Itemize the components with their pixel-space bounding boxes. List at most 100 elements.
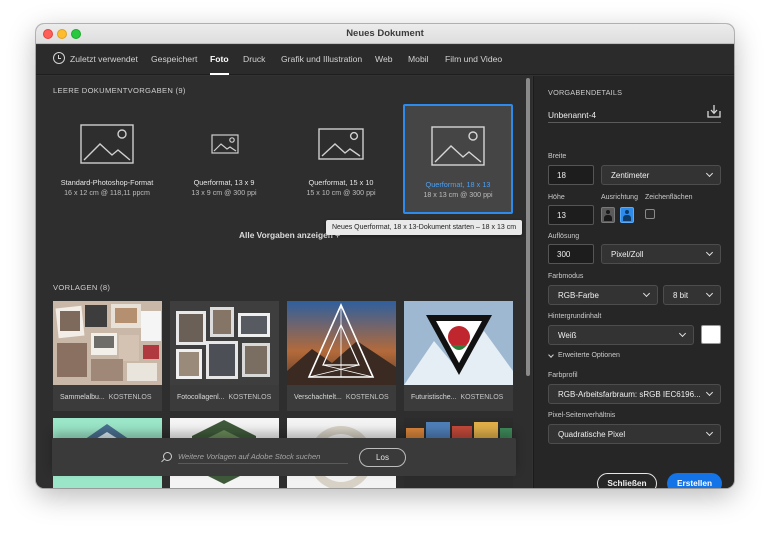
pixel-ratio-select[interactable]: Quadratische Pixel: [548, 424, 721, 444]
blank-presets-title: LEERE DOKUMENTVORGABEN (9): [53, 86, 186, 95]
artboards-checkbox[interactable]: [645, 209, 655, 219]
advanced-options-toggle[interactable]: Erweiterte Optionen: [558, 352, 620, 359]
width-input[interactable]: 18: [548, 165, 594, 185]
create-button[interactable]: Erstellen: [667, 473, 722, 488]
chevron-down-icon: [705, 428, 714, 437]
template-card[interactable]: Futuristische... KOSTENLOS: [404, 301, 513, 411]
close-button[interactable]: Schließen: [597, 473, 657, 488]
preset-details-panel: VORGABENDETAILS Unbenannt-4 Breite 18 Ze…: [533, 76, 734, 488]
document-name-underline: [548, 122, 721, 123]
portrait-orientation-button[interactable]: [601, 207, 615, 223]
color-mode-select[interactable]: RGB-Farbe: [548, 285, 658, 305]
document-name-field[interactable]: Unbenannt-4: [548, 110, 596, 120]
background-label: Hintergrundinhalt: [548, 313, 602, 320]
template-card[interactable]: Sammelalbu... KOSTENLOS: [53, 301, 162, 411]
scrollbar-thumb[interactable]: [526, 78, 530, 376]
template-card[interactable]: Fotocollagenl... KOSTENLOS: [170, 301, 279, 411]
template-caption: Sammelalbu... KOSTENLOS: [53, 385, 162, 411]
person-icon: [606, 210, 610, 214]
image-placeholder-icon: [80, 124, 134, 164]
tab-saved[interactable]: Gespeichert: [151, 54, 197, 64]
resolution-unit-select[interactable]: Pixel/Zoll: [601, 244, 721, 264]
chevron-down-icon: [705, 289, 714, 298]
templates-title: VORLAGEN (8): [53, 283, 111, 292]
image-placeholder-icon: [211, 134, 239, 154]
tab-film-video[interactable]: Film und Video: [445, 54, 502, 64]
background-select[interactable]: Weiß: [548, 325, 694, 345]
template-thumbnail: [287, 301, 396, 385]
preset-details: 15 x 10 cm @ 300 ppi: [306, 189, 376, 197]
preset-name: Querformat, 13 x 9: [193, 178, 255, 187]
color-profile-value: RGB-Arbeitsfarbraum: sRGB IEC6196...: [558, 390, 701, 399]
template-caption: Futuristische... KOSTENLOS: [404, 385, 513, 411]
title-bar: Neues Dokument: [36, 24, 734, 44]
preset-landscape-13x9[interactable]: Querformat, 13 x 9 13 x 9 cm @ 300 ppi: [169, 104, 279, 214]
preset-details: 16 x 12 cm @ 118,11 ppcm: [64, 189, 150, 197]
image-placeholder-icon: [431, 126, 485, 166]
unit-select[interactable]: Zentimeter: [601, 165, 721, 185]
template-name: Verschachtelt...: [294, 394, 342, 401]
person-icon: [625, 210, 629, 214]
pixel-ratio-value: Quadratische Pixel: [558, 430, 626, 439]
template-thumbnail: [404, 301, 513, 385]
resolution-unit-value: Pixel/Zoll: [611, 250, 644, 259]
template-thumbnail: [170, 301, 279, 385]
color-mode-value: RGB-Farbe: [558, 291, 599, 300]
active-tab-indicator: [210, 73, 229, 75]
background-value: Weiß: [558, 331, 577, 340]
pixel-ratio-label: Pixel-Seitenverhältnis: [548, 412, 616, 419]
template-name: Sammelalbu...: [60, 394, 105, 401]
template-caption: Verschachtelt... KOSTENLOS: [287, 385, 396, 411]
unit-select-value: Zentimeter: [611, 171, 650, 180]
preset-standard-photoshop[interactable]: Standard-Photoshop-Format 16 x 12 cm @ 1…: [52, 104, 162, 214]
tab-recent[interactable]: Zuletzt verwendet: [70, 54, 138, 64]
preset-details: 13 x 9 cm @ 300 ppi: [191, 189, 257, 197]
preset-details: 18 x 13 cm @ 300 ppi: [423, 191, 493, 199]
chevron-down-icon[interactable]: [548, 352, 554, 358]
height-input[interactable]: 13: [548, 205, 594, 225]
template-name: Fotocollagenl...: [177, 394, 225, 401]
width-label: Breite: [548, 153, 567, 160]
preset-name: Standard-Photoshop-Format: [60, 178, 154, 187]
template-name: Futuristische...: [411, 394, 457, 401]
clock-icon: [53, 52, 65, 64]
free-badge: KOSTENLOS: [345, 394, 389, 401]
save-preset-icon[interactable]: [707, 104, 721, 118]
preset-name: Querformat, 15 x 10: [308, 178, 374, 187]
view-all-presets-link[interactable]: Alle Vorgaben anzeigen +: [239, 230, 340, 240]
landscape-orientation-button[interactable]: [620, 207, 634, 223]
tab-mobile[interactable]: Mobil: [408, 54, 429, 64]
free-badge: KOSTENLOS: [228, 394, 272, 401]
tab-print[interactable]: Druck: [243, 54, 265, 64]
height-label: Höhe: [548, 194, 565, 201]
preset-name: Querformat, 18 x 13: [425, 180, 491, 189]
window-title: Neues Dokument: [346, 28, 424, 39]
image-placeholder-icon: [318, 128, 364, 160]
resolution-label: Auflösung: [548, 233, 580, 240]
color-profile-select[interactable]: RGB-Arbeitsfarbraum: sRGB IEC6196...: [548, 384, 721, 404]
preset-landscape-18x13[interactable]: Querformat, 18 x 13 18 x 13 cm @ 300 ppi: [403, 104, 513, 214]
resolution-input[interactable]: 300: [548, 244, 594, 264]
search-go-button[interactable]: Los: [359, 448, 406, 467]
chevron-down-icon: [705, 248, 714, 257]
bit-depth-select[interactable]: 8 bit: [663, 285, 721, 305]
tab-web[interactable]: Web: [375, 54, 393, 64]
search-icon: [163, 452, 172, 461]
color-mode-label: Farbmodus: [548, 273, 584, 280]
preset-landscape-15x10[interactable]: Querformat, 15 x 10 15 x 10 cm @ 300 ppi: [286, 104, 396, 214]
background-color-swatch[interactable]: [701, 325, 721, 344]
tab-art-illustration[interactable]: Grafik und Illustration: [281, 54, 362, 64]
free-badge: KOSTENLOS: [460, 394, 504, 401]
color-profile-label: Farbprofil: [548, 372, 578, 379]
stock-search-bar: Los: [52, 438, 516, 476]
bit-depth-value: 8 bit: [673, 291, 689, 300]
orientation-label: Ausrichtung: [601, 194, 638, 201]
preset-tooltip: Neues Querformat, 18 x 13-Dokument start…: [326, 220, 523, 235]
category-tabs: Zuletzt verwendet Gespeichert Foto Druck…: [36, 45, 734, 75]
template-card[interactable]: Verschachtelt... KOSTENLOS: [287, 301, 396, 411]
stock-search-input[interactable]: [178, 449, 348, 464]
free-badge: KOSTENLOS: [108, 394, 152, 401]
presets-panel: LEERE DOKUMENTVORGABEN (9) Standard-Phot…: [36, 76, 532, 488]
template-caption: Fotocollagenl... KOSTENLOS: [170, 385, 279, 411]
tab-photo[interactable]: Foto: [210, 54, 229, 64]
